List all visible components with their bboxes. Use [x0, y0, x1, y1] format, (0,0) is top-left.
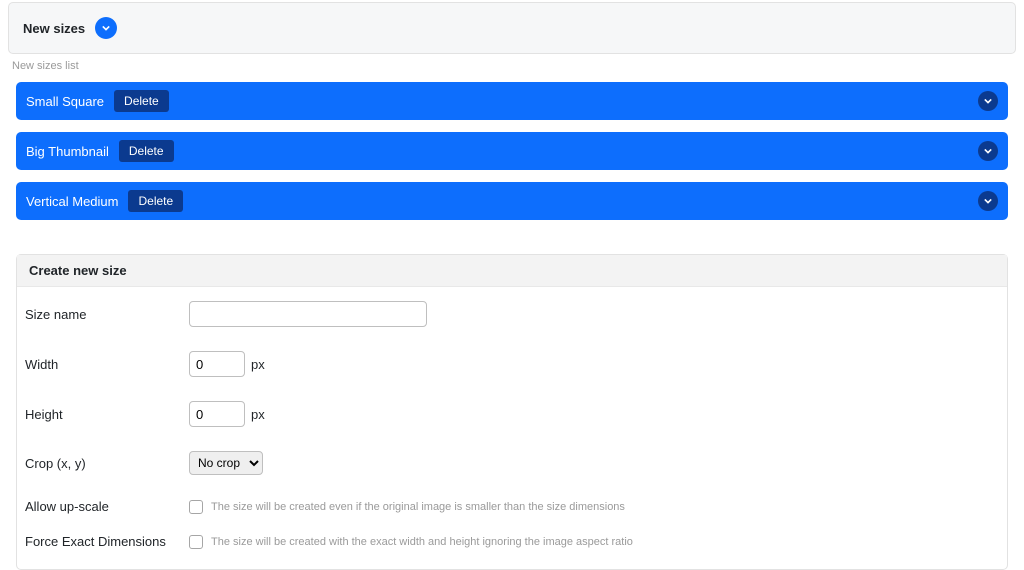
force-checkbox[interactable] [189, 535, 203, 549]
force-label: Force Exact Dimensions [25, 534, 189, 549]
crop-select[interactable]: No crop [189, 451, 263, 475]
size-row-vertical-medium[interactable]: Vertical Medium Delete [16, 182, 1008, 220]
row-width: Width px [25, 351, 999, 401]
width-input[interactable] [189, 351, 245, 377]
upscale-help-text: The size will be created even if the ori… [211, 501, 625, 513]
chevron-down-icon [984, 97, 992, 105]
upscale-checkbox[interactable] [189, 500, 203, 514]
new-sizes-header: New sizes [9, 3, 1015, 53]
size-name: Vertical Medium [26, 194, 118, 209]
delete-button[interactable]: Delete [128, 190, 183, 212]
page-title: New sizes [23, 21, 85, 36]
create-new-size-card: Create new size Size name Width px Heigh… [16, 254, 1008, 570]
size-name-input[interactable] [189, 301, 427, 327]
expand-row-button[interactable] [978, 141, 998, 161]
height-label: Height [25, 407, 189, 422]
crop-label: Crop (x, y) [25, 456, 189, 471]
expand-row-button[interactable] [978, 91, 998, 111]
delete-button[interactable]: Delete [119, 140, 174, 162]
collapse-toggle-button[interactable] [95, 17, 117, 39]
row-height: Height px [25, 401, 999, 451]
size-name: Big Thumbnail [26, 144, 109, 159]
create-body: Size name Width px Height px Crop (x, y)… [17, 287, 1007, 569]
size-row-small-square[interactable]: Small Square Delete [16, 82, 1008, 120]
row-force: Force Exact Dimensions The size will be … [25, 534, 999, 569]
chevron-down-icon [102, 24, 110, 32]
chevron-down-icon [984, 147, 992, 155]
size-row-big-thumbnail[interactable]: Big Thumbnail Delete [16, 132, 1008, 170]
sizes-list-label: New sizes list [12, 60, 1024, 72]
row-size-name: Size name [25, 301, 999, 351]
height-unit: px [251, 407, 265, 422]
size-name: Small Square [26, 94, 104, 109]
force-help-text: The size will be created with the exact … [211, 536, 633, 548]
size-name-label: Size name [25, 307, 189, 322]
new-sizes-card: New sizes [8, 2, 1016, 54]
expand-row-button[interactable] [978, 191, 998, 211]
sizes-list: Small Square Delete Big Thumbnail Delete… [16, 82, 1008, 220]
width-label: Width [25, 357, 189, 372]
width-unit: px [251, 357, 265, 372]
upscale-label: Allow up-scale [25, 499, 189, 514]
row-crop: Crop (x, y) No crop [25, 451, 999, 499]
create-header: Create new size [17, 255, 1007, 287]
delete-button[interactable]: Delete [114, 90, 169, 112]
chevron-down-icon [984, 197, 992, 205]
height-input[interactable] [189, 401, 245, 427]
